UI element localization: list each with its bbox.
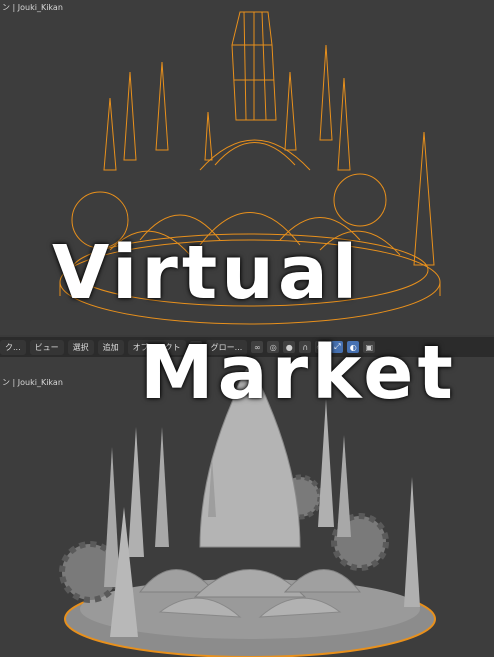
select-menu[interactable]: 選択 [67,339,94,355]
mode-dropdown[interactable]: ク... [0,339,26,355]
view-menu[interactable]: ビュー [29,339,64,355]
headline-virtual: Virtual [52,230,362,316]
headline-market: Market [140,330,457,416]
add-menu[interactable]: 追加 [97,339,124,355]
